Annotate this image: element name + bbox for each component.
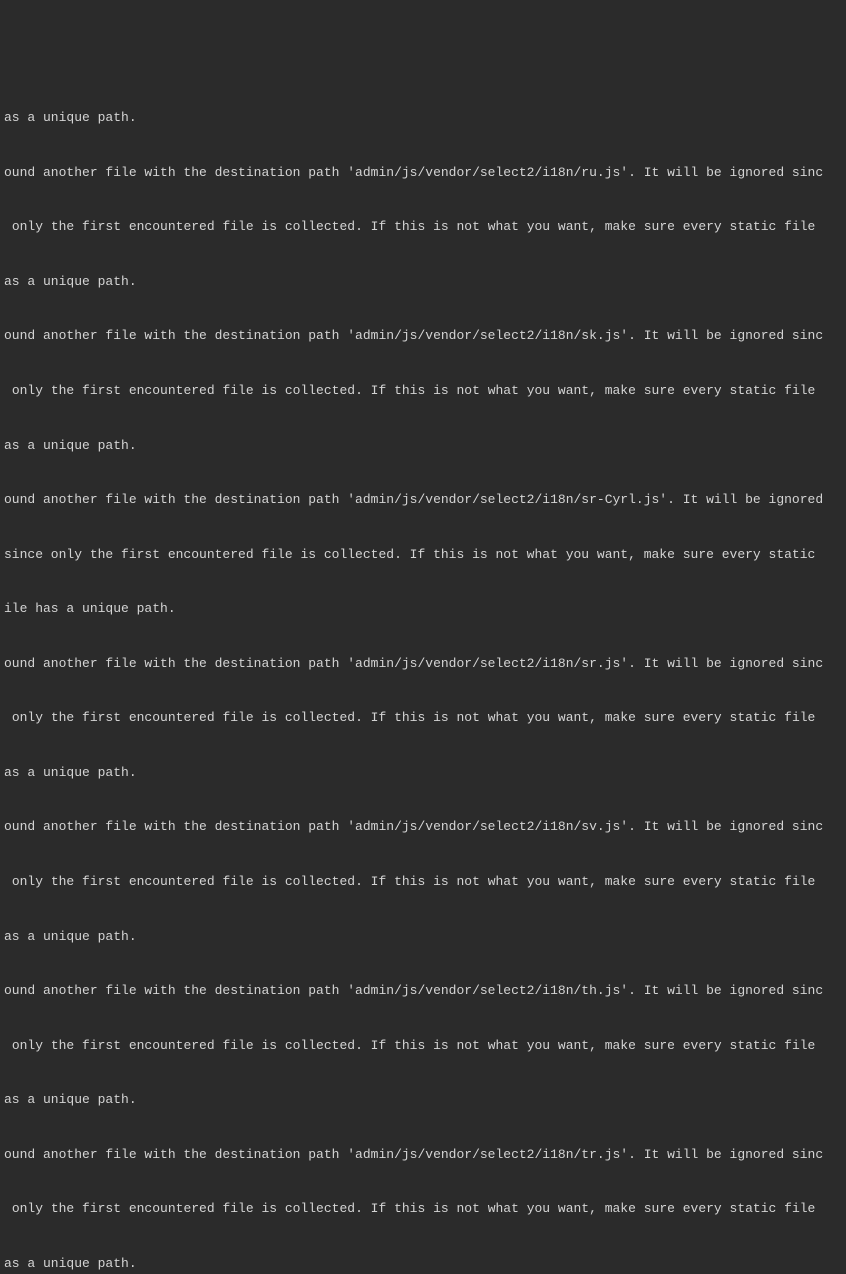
terminal-line: as a unique path. — [4, 928, 842, 946]
terminal-line: only the first encountered file is colle… — [4, 873, 842, 891]
terminal-line: as a unique path. — [4, 437, 842, 455]
terminal-line: only the first encountered file is colle… — [4, 218, 842, 236]
terminal-line: ound another file with the destination p… — [4, 818, 842, 836]
terminal-line: as a unique path. — [4, 109, 842, 127]
terminal-line: ound another file with the destination p… — [4, 1146, 842, 1164]
terminal-line: ile has a unique path. — [4, 600, 842, 618]
terminal-line: only the first encountered file is colle… — [4, 382, 842, 400]
terminal-line: ound another file with the destination p… — [4, 164, 842, 182]
terminal-line: only the first encountered file is colle… — [4, 709, 842, 727]
terminal-line: ound another file with the destination p… — [4, 491, 842, 509]
terminal-line: ound another file with the destination p… — [4, 327, 842, 345]
terminal-line: since only the first encountered file is… — [4, 546, 842, 564]
terminal-line: only the first encountered file is colle… — [4, 1200, 842, 1218]
terminal-line: ound another file with the destination p… — [4, 655, 842, 673]
terminal-output[interactable]: as a unique path. ound another file with… — [0, 73, 846, 1274]
terminal-line: ound another file with the destination p… — [4, 982, 842, 1000]
terminal-line: as a unique path. — [4, 273, 842, 291]
terminal-line: only the first encountered file is colle… — [4, 1037, 842, 1055]
terminal-line: as a unique path. — [4, 1091, 842, 1109]
terminal-line: as a unique path. — [4, 1255, 842, 1273]
terminal-line: as a unique path. — [4, 764, 842, 782]
